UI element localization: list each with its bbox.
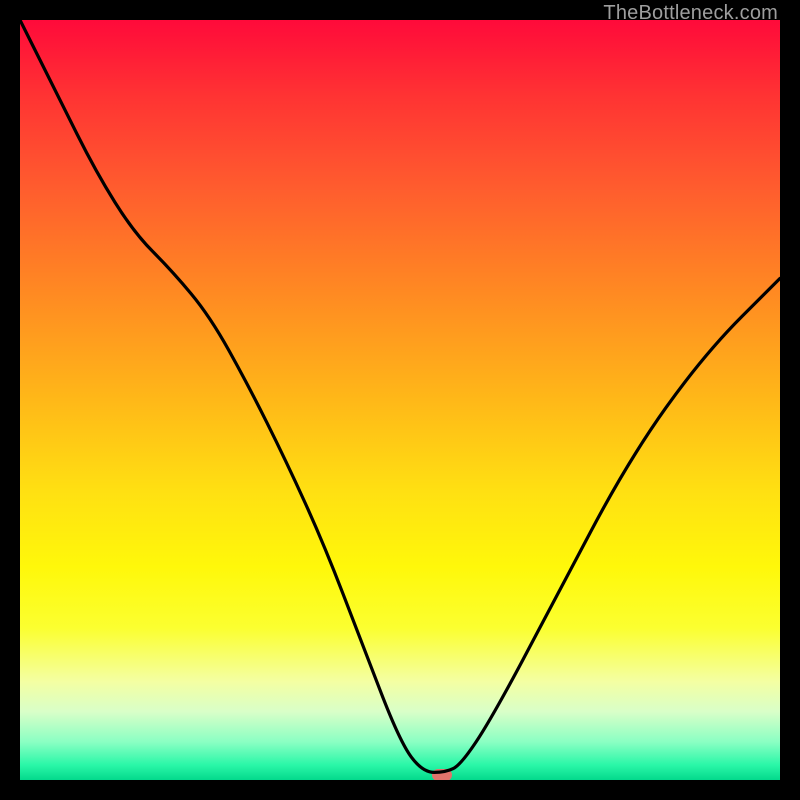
plot-area	[20, 20, 780, 780]
chart-stage: TheBottleneck.com	[0, 0, 800, 800]
gradient-background	[20, 20, 780, 780]
watermark-text: TheBottleneck.com	[603, 2, 778, 25]
optimum-marker	[432, 769, 452, 780]
